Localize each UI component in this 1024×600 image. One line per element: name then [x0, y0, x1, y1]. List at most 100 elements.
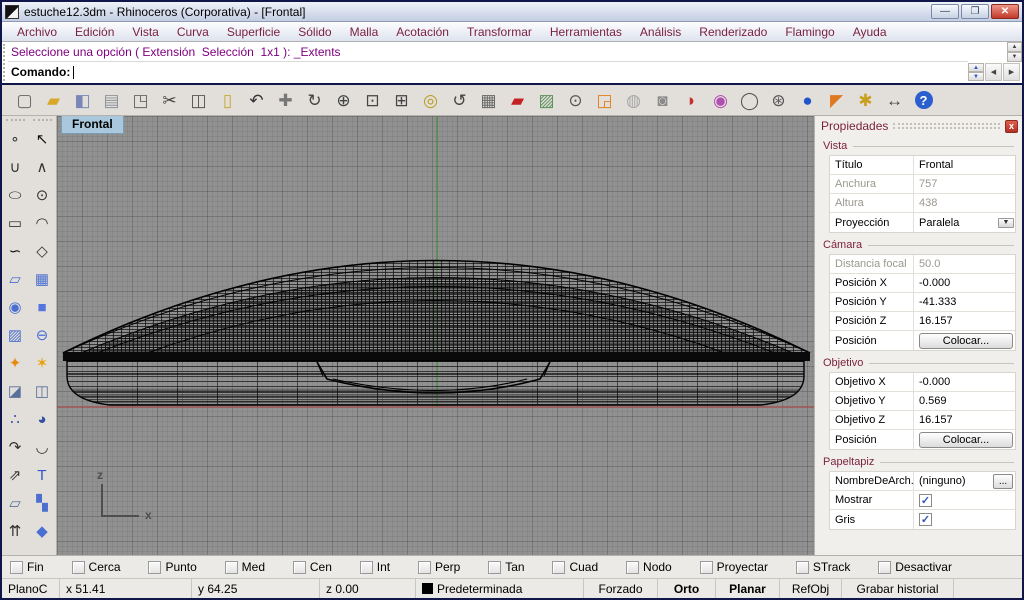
- point-icon[interactable]: ∘: [2, 125, 28, 153]
- layer-pane[interactable]: Predeterminada: [416, 579, 584, 598]
- surface-corner-icon[interactable]: ▱: [2, 265, 28, 293]
- trim-icon[interactable]: ◪: [2, 377, 28, 405]
- orto-toggle[interactable]: Orto: [658, 579, 716, 598]
- osnap-checkbox[interactable]: [700, 561, 713, 574]
- osnap-toggle[interactable]: Proyectar: [700, 560, 768, 574]
- osnap-toggle[interactable]: Desactivar: [878, 560, 952, 574]
- render-style-icon[interactable]: ◗: [677, 87, 706, 113]
- menu-item[interactable]: Malla: [341, 22, 388, 41]
- zoom-selected-icon[interactable]: ◎: [416, 87, 445, 113]
- curve-handle-icon[interactable]: ∽: [2, 237, 28, 265]
- osnap-toggle[interactable]: Med: [225, 560, 265, 574]
- osnap-checkbox[interactable]: [878, 561, 891, 574]
- osnap-toggle[interactable]: Cen: [293, 560, 332, 574]
- viewport-frontal[interactable]: Frontal: [57, 116, 814, 555]
- solid-box-icon[interactable]: ◆: [29, 517, 55, 545]
- dimension-icon[interactable]: ↔: [880, 87, 909, 113]
- new-document-icon[interactable]: ▢: [10, 87, 39, 113]
- osnap-toggle[interactable]: Cerca: [72, 560, 121, 574]
- osnap-checkbox[interactable]: [72, 561, 85, 574]
- close-button[interactable]: ✕: [991, 4, 1019, 19]
- orient-icon[interactable]: ▱: [2, 489, 28, 517]
- osnap-toggle[interactable]: Cuad: [552, 560, 598, 574]
- ellipse-icon[interactable]: ⬭: [2, 181, 28, 209]
- planar-toggle[interactable]: Planar: [716, 579, 780, 598]
- mostrar-checkbox[interactable]: ✓: [919, 494, 932, 507]
- box-icon[interactable]: ■: [29, 293, 55, 321]
- osnap-checkbox[interactable]: [225, 561, 238, 574]
- zoom-in-icon[interactable]: ⊕: [329, 87, 358, 113]
- proyeccion-dropdown-icon[interactable]: ▼: [998, 218, 1014, 228]
- command-nav-right-icon[interactable]: ▶: [1003, 63, 1020, 81]
- osnap-checkbox[interactable]: [626, 561, 639, 574]
- help-icon[interactable]: ?: [909, 87, 938, 113]
- osnap-checkbox[interactable]: [796, 561, 809, 574]
- color-wheel-icon[interactable]: ◉: [706, 87, 735, 113]
- zoom-extents-icon[interactable]: ⊞: [387, 87, 416, 113]
- polygon-icon[interactable]: ◇: [29, 237, 55, 265]
- polyline-icon[interactable]: ∧: [29, 153, 55, 181]
- annotate-objects-icon[interactable]: ◲: [590, 87, 619, 113]
- freeform-curve-icon[interactable]: ∪: [2, 153, 28, 181]
- restore-button[interactable]: ❐: [961, 4, 989, 19]
- menu-item[interactable]: Curva: [168, 22, 218, 41]
- boolean-icon[interactable]: ◕: [29, 405, 55, 433]
- command-prompt[interactable]: Comando:: [8, 62, 968, 82]
- menu-item[interactable]: Archivo: [8, 22, 66, 41]
- explode-icon[interactable]: ✦: [2, 349, 28, 377]
- colocar-target-button[interactable]: Colocar...: [919, 432, 1013, 448]
- history-scroll-up-icon[interactable]: ▲: [1007, 42, 1022, 52]
- menu-item[interactable]: Edición: [66, 22, 123, 41]
- gris-checkbox[interactable]: ✓: [919, 513, 932, 526]
- cplane-map-icon[interactable]: ▨: [532, 87, 561, 113]
- rebuild-curve-icon[interactable]: ◡: [29, 433, 55, 461]
- command-nav-left-icon[interactable]: ◀: [985, 63, 1002, 81]
- properties-grip[interactable]: [893, 123, 1000, 129]
- pan-hand-icon[interactable]: ✚: [271, 87, 300, 113]
- save-icon[interactable]: ◧: [68, 87, 97, 113]
- circle-center-icon[interactable]: ⊙: [561, 87, 590, 113]
- menu-item[interactable]: Renderizado: [690, 22, 776, 41]
- flag-cone-icon[interactable]: ◤: [822, 87, 851, 113]
- rotate-view-icon[interactable]: ↻: [300, 87, 329, 113]
- blocks-icon[interactable]: ▚: [29, 489, 55, 517]
- osnap-toggle[interactable]: Int: [360, 560, 390, 574]
- print-icon[interactable]: ▤: [97, 87, 126, 113]
- menu-item[interactable]: Herramientas: [541, 22, 631, 41]
- sidebar-grip[interactable]: [33, 119, 52, 124]
- osnap-checkbox[interactable]: [293, 561, 306, 574]
- move-scale-icon[interactable]: ⇗: [2, 461, 28, 489]
- menu-item[interactable]: Ayuda: [844, 22, 896, 41]
- surface-points-icon[interactable]: ▦: [29, 265, 55, 293]
- arc-icon[interactable]: ◠: [29, 209, 55, 237]
- revolve-surface-icon[interactable]: ⊖: [29, 321, 55, 349]
- command-spin-up-icon[interactable]: ▲: [968, 63, 984, 72]
- undo-view-icon[interactable]: ↺: [445, 87, 474, 113]
- mesh-sphere-icon[interactable]: ⊛: [764, 87, 793, 113]
- osnap-checkbox[interactable]: [418, 561, 431, 574]
- extrude-icon[interactable]: ⇈: [2, 517, 28, 545]
- osnap-checkbox[interactable]: [10, 561, 23, 574]
- osnap-toggle[interactable]: Perp: [418, 560, 460, 574]
- menu-item[interactable]: Acotación: [387, 22, 458, 41]
- spheres-icon[interactable]: ◉: [2, 293, 28, 321]
- open-folder-icon[interactable]: ▰: [39, 87, 68, 113]
- record-history-toggle[interactable]: Grabar historial: [842, 579, 954, 598]
- lamp-icon[interactable]: ◍: [619, 87, 648, 113]
- export-document-icon[interactable]: ◳: [126, 87, 155, 113]
- patch-surface-icon[interactable]: ▨: [2, 321, 28, 349]
- osnap-toggle[interactable]: Tan: [488, 560, 524, 574]
- select-arrow-icon[interactable]: ↖: [29, 125, 55, 153]
- zoom-window-icon[interactable]: ⊡: [358, 87, 387, 113]
- osnap-toggle[interactable]: Nodo: [626, 560, 672, 574]
- red-car-icon[interactable]: ▰: [503, 87, 532, 113]
- history-scroll-down-icon[interactable]: ▼: [1007, 52, 1022, 62]
- circle-icon[interactable]: ⊙: [29, 181, 55, 209]
- osnap-checkbox[interactable]: [148, 561, 161, 574]
- gears-settings-icon[interactable]: ✱: [851, 87, 880, 113]
- lock-icon[interactable]: ◙: [648, 87, 677, 113]
- rectangle-icon[interactable]: ▭: [2, 209, 28, 237]
- viewport-layout-icon[interactable]: ▦: [474, 87, 503, 113]
- command-spin-down-icon[interactable]: ▼: [968, 72, 984, 81]
- osnap-checkbox[interactable]: [360, 561, 373, 574]
